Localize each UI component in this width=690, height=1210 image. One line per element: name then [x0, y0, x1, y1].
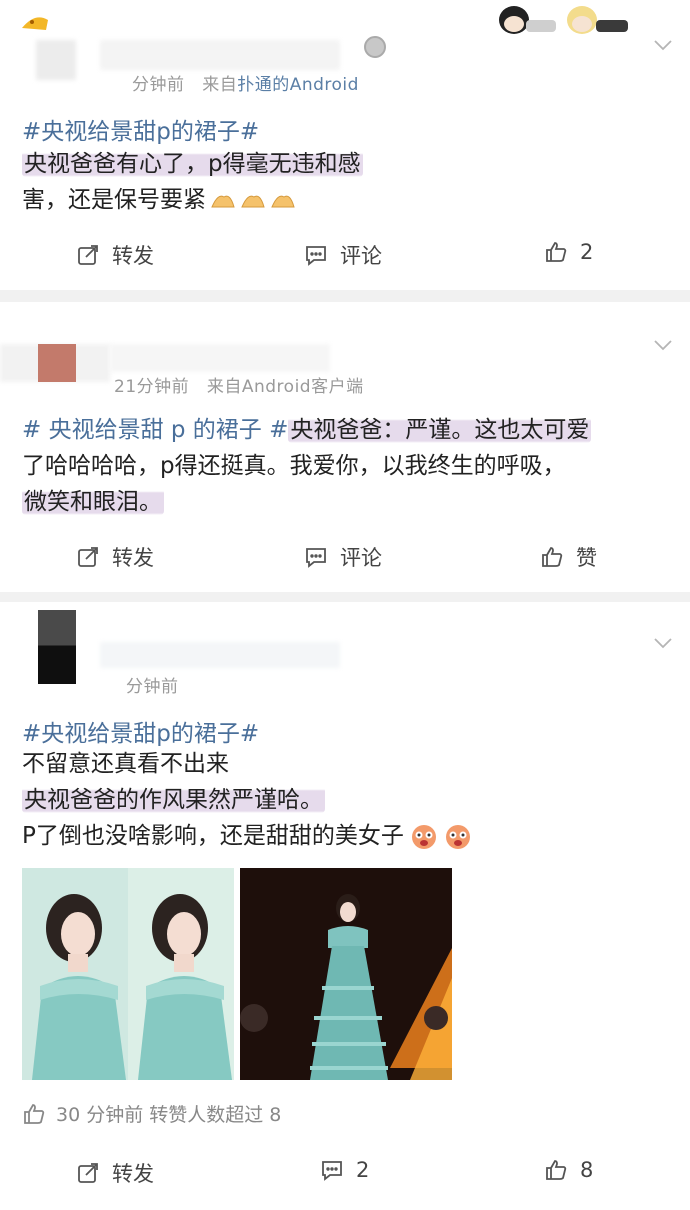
body-line-1: 央视爸爸：严谨。这也太可爱	[288, 417, 592, 443]
sticker-decoration	[492, 2, 642, 40]
post-body: 央视爸爸有心了，p得毫无违和感 害，还是保号要紧	[22, 146, 363, 218]
like-icon	[546, 1160, 567, 1180]
vip-badge-icon	[364, 36, 386, 58]
like-count: 2	[580, 240, 594, 264]
avatar[interactable]	[36, 40, 76, 80]
comment-button[interactable]: 评论	[304, 542, 382, 572]
footer-info: 30 分钟前 转赞人数超过 8	[22, 1100, 281, 1127]
like-icon	[542, 547, 563, 567]
action-bar: 转发 2 8	[0, 1158, 690, 1198]
repost-icon	[78, 1163, 98, 1183]
post-meta: 21分钟前 来自Android客户端	[114, 372, 364, 397]
post-time: 21分钟前	[114, 377, 190, 397]
clap-emoji-icon	[206, 187, 296, 213]
action-bar: 转发 评论 2	[0, 240, 690, 280]
post-meta: 分钟前 来自扑通的Android	[132, 70, 359, 95]
like-count: 8	[580, 1158, 594, 1182]
hashtag-link[interactable]: #央视给景甜p的裙子#	[22, 714, 259, 748]
body-line-3: 微笑和眼泪。	[22, 489, 164, 515]
comment-icon	[322, 1161, 342, 1181]
chevron-down-icon[interactable]	[654, 36, 672, 51]
like-button[interactable]: 2	[544, 240, 593, 264]
post-from: 来自	[202, 75, 238, 95]
like-label: 赞	[576, 546, 597, 570]
body-line-1: 不留意还真看不出来	[22, 751, 229, 777]
post-card-2: 21分钟前 来自Android客户端 # 央视给景甜 p 的裙子 #央视爸爸：严…	[0, 302, 690, 592]
repost-label: 转发	[112, 546, 154, 570]
like-icon	[546, 242, 567, 262]
post-card-3: 分钟前 #央视给景甜p的裙子# 不留意还真看不出来 央视爸爸的作风果然严谨哈。 …	[0, 602, 690, 1210]
comment-label: 评论	[340, 244, 382, 268]
comment-label: 评论	[340, 546, 382, 570]
avatar-image[interactable]	[38, 610, 76, 684]
repost-icon	[78, 547, 98, 567]
username-blurred[interactable]	[100, 40, 340, 70]
body-line-2: 了哈哈哈哈，p得还挺真。我爱你，以我终生的呼吸，	[22, 453, 566, 479]
post-time: 分钟前	[132, 75, 185, 95]
post-time: 分钟前	[126, 677, 179, 697]
chevron-down-icon[interactable]	[654, 336, 672, 351]
repost-label: 转发	[112, 244, 154, 268]
like-button[interactable]: 8	[544, 1158, 593, 1182]
repost-button[interactable]: 转发	[76, 240, 154, 270]
post-meta: 分钟前	[126, 672, 179, 697]
comment-button[interactable]: 2	[320, 1158, 369, 1182]
post-body: 不留意还真看不出来 央视爸爸的作风果然严谨哈。 P了倒也没啥影响，还是甜甜的美女…	[22, 746, 472, 854]
hashtag-link[interactable]: # 央视给景甜 p 的裙子 #	[22, 417, 288, 443]
post-source[interactable]: Android客户端	[242, 377, 364, 397]
like-button[interactable]: 赞	[540, 542, 597, 572]
footer-info-text: 30 分钟前 转赞人数超过 8	[56, 1104, 282, 1126]
laugh-emoji-icon	[404, 823, 472, 849]
post-image-2[interactable]	[240, 868, 452, 1080]
comment-icon	[306, 246, 326, 266]
body-line-2: 央视爸爸的作风果然严谨哈。	[22, 787, 325, 813]
comment-button[interactable]: 评论	[304, 240, 382, 270]
action-bar: 转发 评论 赞	[0, 542, 690, 582]
post-from: 来自	[206, 377, 242, 397]
chevron-down-icon[interactable]	[654, 634, 672, 649]
body-line-3: P了倒也没啥影响，还是甜甜的美女子	[22, 823, 404, 849]
repost-button[interactable]: 转发	[76, 542, 154, 572]
post-image-1[interactable]	[22, 868, 234, 1080]
repost-button[interactable]: 转发	[76, 1158, 154, 1188]
comment-count: 2	[356, 1158, 370, 1182]
repost-label: 转发	[112, 1162, 154, 1186]
like-icon	[24, 1103, 45, 1124]
header-decoration-left	[20, 10, 50, 34]
body-line-1: 央视爸爸有心了，p得毫无违和感	[22, 151, 363, 177]
username-blurred[interactable]	[110, 344, 330, 372]
username-blurred[interactable]	[100, 642, 340, 668]
post-source[interactable]: 扑通的Android	[237, 75, 359, 95]
post-body: # 央视给景甜 p 的裙子 #央视爸爸：严谨。这也太可爱 了哈哈哈哈，p得还挺真…	[22, 412, 672, 520]
repost-icon	[78, 245, 98, 265]
post-card-1: 分钟前 来自扑通的Android #央视给景甜p的裙子# 央视爸爸有心了，p得毫…	[0, 0, 690, 290]
hashtag-link[interactable]: #央视给景甜p的裙子#	[22, 112, 259, 146]
body-line-2: 害，还是保号要紧	[22, 187, 206, 213]
avatar-image[interactable]	[38, 344, 76, 382]
comment-icon	[306, 548, 326, 568]
